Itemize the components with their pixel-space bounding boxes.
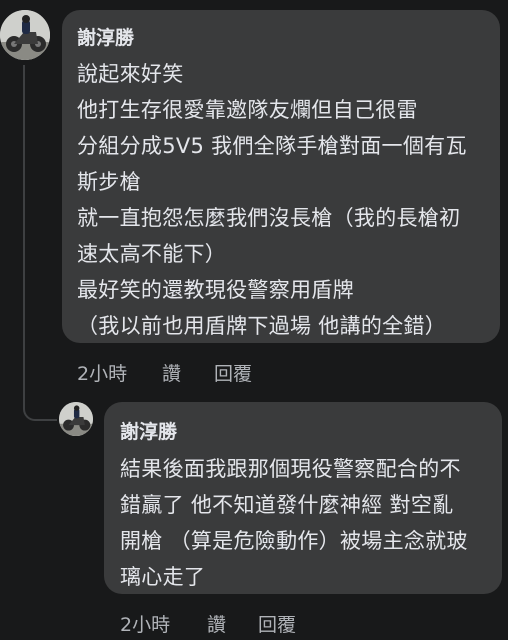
comment-text-line: 最好笑的還教現役警察用盾牌 bbox=[77, 278, 354, 302]
like-button[interactable]: 讚 bbox=[162, 359, 181, 386]
reply-text-line: 璃心走了 bbox=[120, 565, 206, 589]
reply-avatar[interactable] bbox=[59, 402, 93, 436]
reply-text-line: 錯贏了 他不知道發什麼神經 對空亂 bbox=[120, 493, 454, 517]
reply-timestamp: 2小時 bbox=[120, 614, 171, 636]
comment-text-line: 說起來好笑 bbox=[77, 62, 184, 86]
comment-bubble: 謝淳勝 說起來好笑 他打生存很愛靠邀隊友爛但自己很雷 分組分成5V5 我們全隊手… bbox=[62, 10, 500, 343]
comment-timestamp: 2小時 bbox=[77, 363, 128, 385]
comment-text-line: 分組分成5V5 我們全隊手槍對面一個有瓦 bbox=[77, 134, 467, 158]
reply-author-name[interactable]: 謝淳勝 bbox=[120, 417, 177, 444]
comment-text-line: 他打生存很愛靠邀隊友爛但自己很雷 bbox=[77, 98, 418, 122]
reply-reply-button[interactable]: 回覆 bbox=[258, 610, 296, 637]
comment-text-line: （我以前也用盾牌下過場 他講的全錯） bbox=[77, 314, 447, 338]
thread-connector-line bbox=[23, 65, 57, 421]
avatar[interactable] bbox=[0, 10, 50, 60]
reply-like-button[interactable]: 讚 bbox=[207, 610, 226, 637]
motorcycle-photo-icon bbox=[59, 402, 93, 436]
motorcycle-photo-icon bbox=[0, 10, 50, 60]
comment-text-line: 速太高不能下） bbox=[77, 242, 227, 266]
comment-author-name[interactable]: 謝淳勝 bbox=[77, 23, 134, 50]
comment-text-line: 就一直抱怨怎麼我們沒長槍（我的長槍初 bbox=[77, 206, 461, 230]
reply-text-line: 開槍 （算是危險動作）被場主念就玻 bbox=[120, 529, 468, 553]
comment-text-line: 斯步槍 bbox=[77, 170, 141, 194]
comment-thread: 謝淳勝 說起來好笑 他打生存很愛靠邀隊友爛但自己很雷 分組分成5V5 我們全隊手… bbox=[0, 0, 508, 640]
reply-bubble: 謝淳勝 結果後面我跟那個現役警察配合的不 錯贏了 他不知道發什麼神經 對空亂 開… bbox=[104, 402, 502, 594]
reply-button[interactable]: 回覆 bbox=[214, 359, 252, 386]
reply-text-line: 結果後面我跟那個現役警察配合的不 bbox=[120, 457, 461, 481]
